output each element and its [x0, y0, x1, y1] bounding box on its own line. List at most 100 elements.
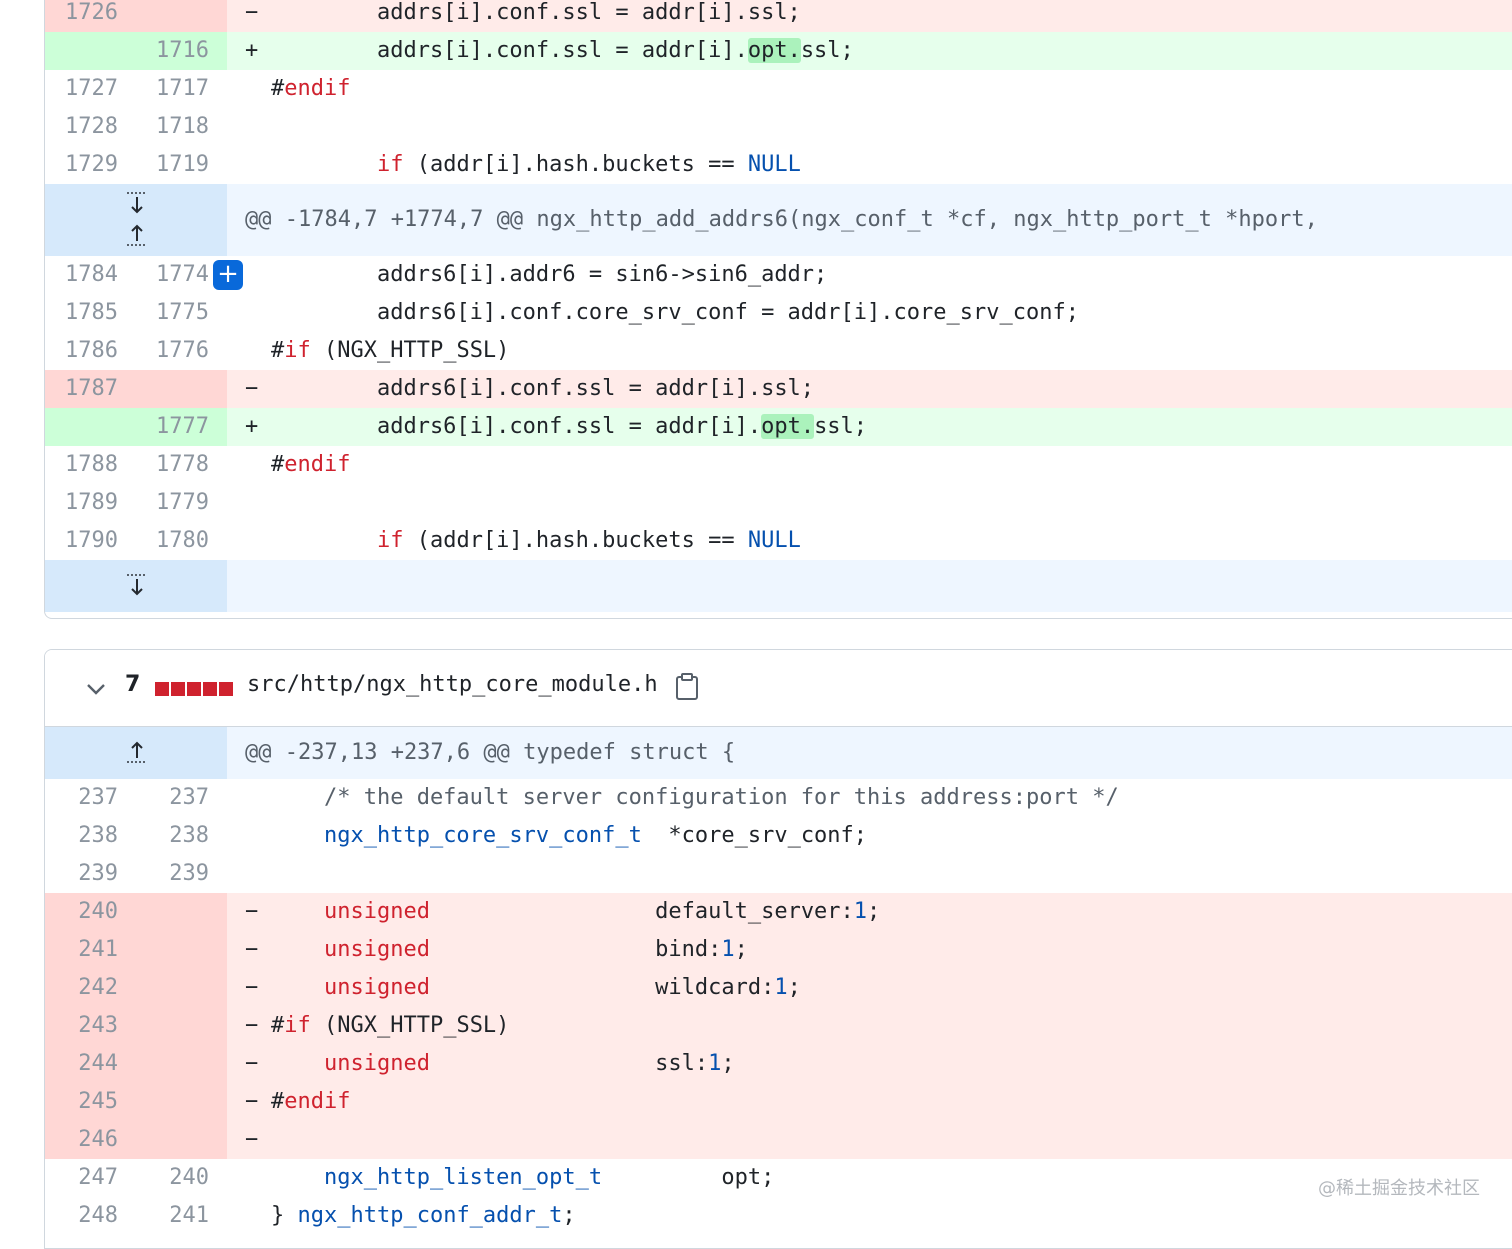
- diff-panel-ngx-http-c: 1726 − addrs[i].conf.ssl = addr[i].ssl; …: [44, 0, 1512, 619]
- diff-row-context: 237 237 /* the default server configurat…: [45, 779, 1512, 817]
- old-line-number[interactable]: 243: [45, 1007, 136, 1045]
- old-line-number[interactable]: 239: [45, 855, 136, 893]
- old-line-number[interactable]: 245: [45, 1083, 136, 1121]
- diff-sign: −: [245, 376, 259, 401]
- new-line-number[interactable]: 241: [136, 1197, 227, 1235]
- new-line-number[interactable]: 1776: [136, 332, 227, 370]
- diff-row-context: 1729 1719 if (addr[i].hash.buckets == NU…: [45, 146, 1512, 184]
- diff-sign: −: [245, 1013, 259, 1038]
- diff-sign: −: [245, 1051, 259, 1076]
- code-line: ngx_http_listen_opt_t opt;: [323, 1165, 775, 1190]
- old-line-number[interactable]: 1785: [45, 294, 136, 332]
- diff-sign: −: [245, 975, 259, 1000]
- new-line-number[interactable]: 1717: [136, 70, 227, 108]
- copy-icon[interactable]: [675, 673, 699, 701]
- diff-row-deleted: 242 − unsigned wildcard:1;: [45, 969, 1512, 1007]
- old-line-number[interactable]: 241: [45, 931, 136, 969]
- expand-down-icon[interactable]: [122, 572, 152, 598]
- diff-sign: −: [245, 1127, 259, 1152]
- code-line: /* the default server configuration for …: [271, 785, 1119, 810]
- new-line-number[interactable]: 1719: [136, 146, 227, 184]
- inline-change-highlight: opt.: [747, 38, 801, 63]
- diff-row-deleted: 1726 − addrs[i].conf.ssl = addr[i].ssl;: [45, 0, 1512, 32]
- old-line-number[interactable]: 1728: [45, 108, 136, 146]
- old-line-number[interactable]: 248: [45, 1197, 136, 1235]
- diff-row-context: 1727 1717 #endif: [45, 70, 1512, 108]
- chevron-down-icon[interactable]: [83, 676, 109, 702]
- code-line: #if (NGX_HTTP_SSL): [271, 338, 510, 363]
- code-line: unsigned bind:1;: [323, 937, 748, 962]
- diff-row-context: 1786 1776 #if (NGX_HTTP_SSL): [45, 332, 1512, 370]
- code-line: addrs[i].conf.ssl = addr[i].opt.ssl;: [271, 38, 854, 63]
- hunk-header: @@ -1784,7 +1774,7 @@ ngx_http_add_addrs…: [45, 184, 1512, 256]
- expand-up-icon[interactable]: [122, 739, 152, 765]
- diff-row-deleted: 245 − #endif: [45, 1083, 1512, 1121]
- hunk-header: @@ -237,13 +237,6 @@ typedef struct {: [45, 727, 1512, 779]
- watermark: @稀土掘金技术社区: [1318, 1178, 1480, 1199]
- new-line-number[interactable]: 238: [136, 817, 227, 855]
- old-line-number[interactable]: 1788: [45, 446, 136, 484]
- hunk-header-text: @@ -1784,7 +1774,7 @@ ngx_http_add_addrs…: [245, 207, 1318, 232]
- diff-sign: +: [245, 38, 259, 63]
- old-line-number[interactable]: 1727: [45, 70, 136, 108]
- file-name-link[interactable]: src/http/ngx_http_core_module.h: [247, 672, 658, 697]
- diff-row-context: 248 241 } ngx_http_conf_addr_t;: [45, 1197, 1512, 1235]
- old-line-number[interactable]: 1790: [45, 522, 136, 560]
- new-line-number[interactable]: 1775: [136, 294, 227, 332]
- code-line: addrs[i].conf.ssl = addr[i].ssl;: [271, 0, 801, 25]
- old-line-number[interactable]: 1729: [45, 146, 136, 184]
- inline-change-highlight: opt.: [761, 414, 815, 439]
- diff-row-context: 1785 1775 addrs6[i].conf.core_srv_conf =…: [45, 294, 1512, 332]
- code-line: } ngx_http_conf_addr_t;: [271, 1203, 576, 1228]
- diff-sign: +: [245, 414, 259, 439]
- code-line: #endif: [271, 452, 351, 477]
- diff-row-context: 1788 1778 #endif: [45, 446, 1512, 484]
- old-line-number[interactable]: 242: [45, 969, 136, 1007]
- new-line-number[interactable]: 1780: [136, 522, 227, 560]
- code-line: unsigned wildcard:1;: [323, 975, 801, 1000]
- diff-row-deleted: 241 − unsigned bind:1;: [45, 931, 1512, 969]
- old-line-number[interactable]: 246: [45, 1121, 136, 1159]
- code-line: addrs6[i].addr6 = sin6->sin6_addr;: [271, 262, 828, 287]
- new-line-number[interactable]: 237: [136, 779, 227, 817]
- old-line-number[interactable]: 1726: [45, 0, 136, 32]
- diff-row-added: 1716 + addrs[i].conf.ssl = addr[i].opt.s…: [45, 32, 1512, 70]
- old-line-number[interactable]: 1789: [45, 484, 136, 522]
- diff-row-context: 239 239: [45, 855, 1512, 893]
- old-line-number[interactable]: 1787: [45, 370, 136, 408]
- diff-sign: −: [245, 937, 259, 962]
- new-line-number[interactable]: 1716: [136, 32, 227, 70]
- old-line-number[interactable]: 237: [45, 779, 136, 817]
- diff-row-context: 1728 1718: [45, 108, 1512, 146]
- diff-row-context: 1789 1779: [45, 484, 1512, 522]
- hunk-header-text: @@ -237,13 +237,6 @@ typedef struct {: [245, 740, 736, 765]
- code-line: addrs6[i].conf.ssl = addr[i].opt.ssl;: [271, 414, 868, 439]
- old-line-number[interactable]: 1786: [45, 332, 136, 370]
- diff-row-deleted: 243 − #if (NGX_HTTP_SSL): [45, 1007, 1512, 1045]
- old-line-number[interactable]: 244: [45, 1045, 136, 1083]
- code-line: if (addr[i].hash.buckets == NULL: [376, 528, 801, 553]
- new-line-number[interactable]: 240: [136, 1159, 227, 1197]
- code-line: unsigned ssl:1;: [323, 1051, 735, 1076]
- code-line: unsigned default_server:1;: [323, 899, 881, 924]
- old-line-number[interactable]: 240: [45, 893, 136, 931]
- new-line-number[interactable]: 1779: [136, 484, 227, 522]
- new-line-number[interactable]: 1778: [136, 446, 227, 484]
- code-line: if (addr[i].hash.buckets == NULL: [376, 152, 801, 177]
- new-line-number[interactable]: 1777: [136, 408, 227, 446]
- code-line: addrs6[i].conf.ssl = addr[i].ssl;: [271, 376, 815, 401]
- expand-up-icon[interactable]: [122, 222, 152, 248]
- diff-row-deleted: 244 − unsigned ssl:1;: [45, 1045, 1512, 1083]
- old-line-number[interactable]: 247: [45, 1159, 136, 1197]
- diff-row-context: 1790 1780 if (addr[i].hash.buckets == NU…: [45, 522, 1512, 560]
- new-line-number[interactable]: 1718: [136, 108, 227, 146]
- new-line-number[interactable]: 239: [136, 855, 227, 893]
- file-header: 7 src/http/ngx_http_core_module.h: [45, 650, 1512, 727]
- code-line: addrs6[i].conf.core_srv_conf = addr[i].c…: [271, 300, 1079, 325]
- diff-row-context: 238 238 ngx_http_core_srv_conf_t *core_s…: [45, 817, 1512, 855]
- old-line-number[interactable]: 1784: [45, 256, 136, 294]
- diff-row-context: 1784 1774 + addrs6[i].addr6 = sin6->sin6…: [45, 256, 1512, 294]
- old-line-number[interactable]: 238: [45, 817, 136, 855]
- diffstat-bar: [155, 681, 235, 700]
- expand-down-icon[interactable]: [122, 190, 152, 216]
